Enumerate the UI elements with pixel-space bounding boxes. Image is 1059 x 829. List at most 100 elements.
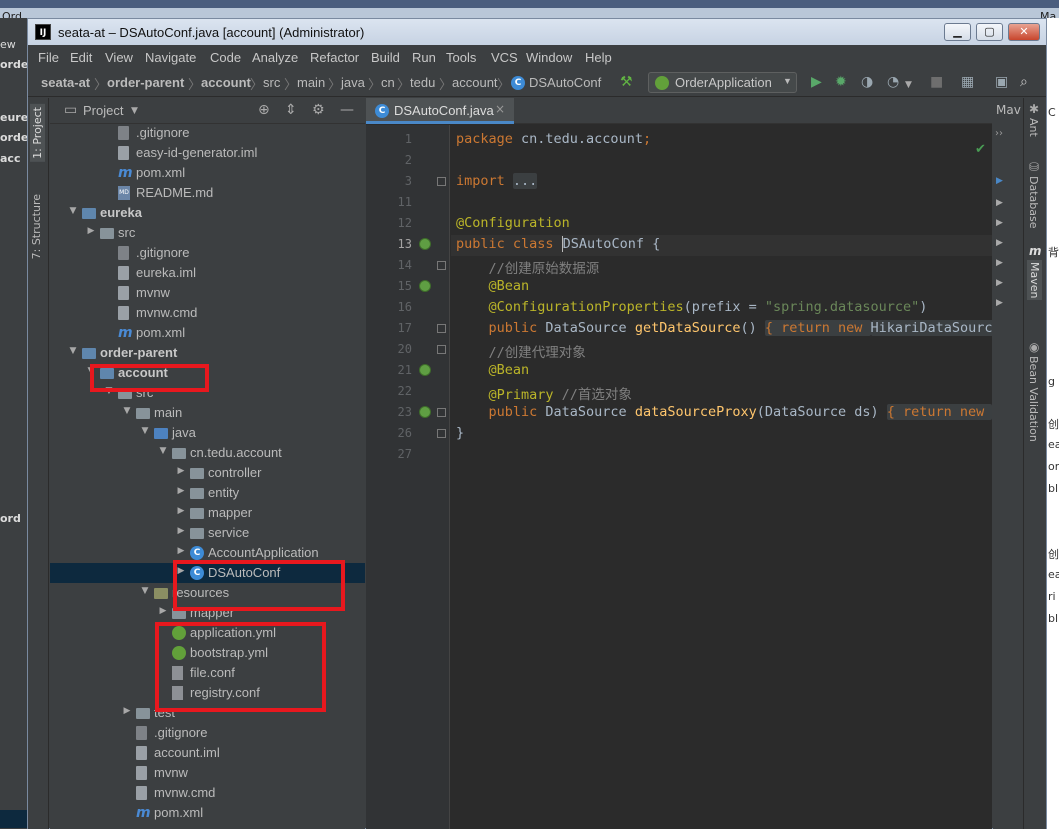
breadcrumb-module[interactable]: order-parent: [107, 75, 184, 90]
fold-icon[interactable]: [437, 408, 446, 417]
chevron-right-icon[interactable]: ▶: [176, 486, 186, 496]
maven-tree-arrow[interactable]: ▶: [996, 278, 1003, 288]
code-line[interactable]: package cn.tedu.account;: [456, 131, 651, 147]
menu-refactor[interactable]: Refactor: [310, 50, 359, 65]
double-chevron-icon[interactable]: ››: [995, 128, 1003, 139]
fold-icon[interactable]: [437, 261, 446, 270]
menu-help[interactable]: Help: [585, 50, 612, 65]
code-line[interactable]: @Configuration: [456, 215, 570, 231]
debug-icon[interactable]: ✹: [835, 75, 847, 89]
code-line[interactable]: @Primary //首选对象: [456, 383, 632, 403]
breadcrumb-src[interactable]: src: [263, 75, 280, 90]
spring-bean-gutter-icon[interactable]: [419, 280, 431, 292]
breadcrumb-project[interactable]: seata-at: [41, 75, 90, 90]
code-line[interactable]: //创建代理对象: [456, 341, 586, 361]
maven-tree-arrow[interactable]: ▶: [996, 198, 1003, 208]
tree-item[interactable]: ▼ eureka: [50, 203, 365, 223]
tree-item[interactable]: mvnw.cmd: [50, 783, 365, 803]
menu-code[interactable]: Code: [210, 50, 241, 65]
tree-item[interactable]: m pom.xml: [50, 323, 365, 343]
maven-panel-header[interactable]: Mav: [996, 103, 1021, 117]
menu-navigate[interactable]: Navigate: [145, 50, 196, 65]
code-line[interactable]: public DataSource dataSourceProxy(DataSo…: [456, 404, 992, 420]
gear-icon[interactable]: ⚙: [312, 102, 325, 118]
fold-icon[interactable]: [437, 324, 446, 333]
chevron-right-icon[interactable]: ▶: [176, 526, 186, 536]
menu-build[interactable]: Build: [371, 50, 400, 65]
tab-project[interactable]: 1: Project: [30, 104, 45, 162]
menu-run[interactable]: Run: [412, 50, 436, 65]
tree-item[interactable]: easy-id-generator.iml: [50, 143, 365, 163]
build-hammer-icon[interactable]: ⚒: [620, 75, 633, 89]
breadcrumb-submodule[interactable]: account: [201, 75, 251, 90]
tree-item[interactable]: mvnw.cmd: [50, 303, 365, 323]
breadcrumb-account[interactable]: account: [452, 75, 498, 90]
tree-item[interactable]: account.iml: [50, 743, 365, 763]
chevron-right-icon[interactable]: ▶: [176, 466, 186, 476]
coverage-icon[interactable]: ◑: [861, 75, 873, 89]
layout-icon[interactable]: ▣: [995, 75, 1008, 89]
tree-item[interactable]: ▶ controller: [50, 463, 365, 483]
maven-tree-arrow[interactable]: ▶: [996, 218, 1003, 228]
tree-item[interactable]: eureka.iml: [50, 263, 365, 283]
minimize-button[interactable]: ▁: [944, 23, 971, 41]
maximize-button[interactable]: ▢: [976, 23, 1003, 41]
tree-item[interactable]: ▼ cn.tedu.account: [50, 443, 365, 463]
breadcrumb-main[interactable]: main: [297, 75, 325, 90]
search-icon[interactable]: ⌕: [1020, 75, 1028, 89]
tree-item[interactable]: ▶ src: [50, 223, 365, 243]
close-icon[interactable]: ×: [495, 102, 505, 116]
code-line[interactable]: }: [456, 425, 464, 441]
tree-item[interactable]: ▶ mapper: [50, 503, 365, 523]
tree-item[interactable]: m pom.xml: [50, 803, 365, 823]
tab-dsautoconf[interactable]: C DSAutoConf.java ×: [366, 98, 514, 124]
breadcrumb-tedu[interactable]: tedu: [410, 75, 435, 90]
tab-database[interactable]: Database: [1027, 176, 1040, 229]
title-bar[interactable]: IJ seata-at – DSAutoConf.java [account] …: [28, 19, 1046, 45]
tree-item[interactable]: .gitignore: [50, 723, 365, 743]
chevron-right-icon[interactable]: ▶: [158, 606, 168, 616]
code-line[interactable]: //创建原始数据源: [456, 257, 600, 277]
close-button[interactable]: ✕: [1008, 23, 1040, 41]
fold-icon[interactable]: [437, 345, 446, 354]
code-line[interactable]: public class DSAutoConf {: [456, 236, 660, 252]
run-configuration-dropdown[interactable]: OrderApplication ▼: [648, 72, 797, 93]
tree-item[interactable]: mvnw: [50, 763, 365, 783]
breadcrumb-cn[interactable]: cn: [381, 75, 395, 90]
chevron-down-icon[interactable]: ▼: [131, 106, 138, 116]
tab-bean-validation[interactable]: Bean Validation: [1027, 356, 1040, 442]
menu-analyze[interactable]: Analyze: [252, 50, 298, 65]
chevron-down-icon[interactable]: ▼: [140, 586, 150, 596]
tab-structure[interactable]: 7: Structure: [30, 194, 43, 259]
tree-item[interactable]: m pom.xml: [50, 163, 365, 183]
project-structure-icon[interactable]: ▦: [961, 75, 974, 89]
code-line[interactable]: import ...: [456, 173, 538, 189]
breadcrumb-class[interactable]: DSAutoConf: [529, 75, 601, 90]
menu-tools[interactable]: Tools: [446, 50, 476, 65]
maven-tree-arrow[interactable]: ▶: [996, 176, 1003, 186]
menu-view[interactable]: View: [105, 50, 133, 65]
chevron-right-icon[interactable]: ▶: [176, 506, 186, 516]
chevron-down-icon[interactable]: ▼: [122, 406, 132, 416]
chevron-down-icon[interactable]: ▼: [68, 206, 78, 216]
tree-item[interactable]: ▼ java: [50, 423, 365, 443]
tree-item[interactable]: mvnw: [50, 283, 365, 303]
code-line[interactable]: @Bean: [456, 362, 530, 378]
code-line[interactable]: public DataSource getDataSource() { retu…: [456, 320, 992, 336]
menu-edit[interactable]: Edit: [70, 50, 92, 65]
chevron-down-icon[interactable]: ▼: [158, 446, 168, 456]
spring-bean-gutter-icon[interactable]: [419, 364, 431, 376]
tree-item[interactable]: ▼ main: [50, 403, 365, 423]
breadcrumb-java[interactable]: java: [341, 75, 365, 90]
code-area[interactable]: package cn.tedu.account; import ... @Confi…: [451, 125, 992, 829]
code-line[interactable]: @Bean: [456, 278, 530, 294]
tree-item[interactable]: MD README.md: [50, 183, 365, 203]
collapse-all-icon[interactable]: ⇕: [285, 102, 297, 118]
maven-tree-arrow[interactable]: ▶: [996, 238, 1003, 248]
tree-item[interactable]: ▶ entity: [50, 483, 365, 503]
run-icon[interactable]: ▶: [811, 75, 822, 89]
chevron-right-icon[interactable]: ▶: [86, 226, 96, 236]
project-panel-title[interactable]: Project: [83, 103, 123, 118]
tab-ant[interactable]: Ant: [1027, 118, 1040, 137]
code-line[interactable]: @ConfigurationProperties(prefix = "sprin…: [456, 299, 928, 315]
